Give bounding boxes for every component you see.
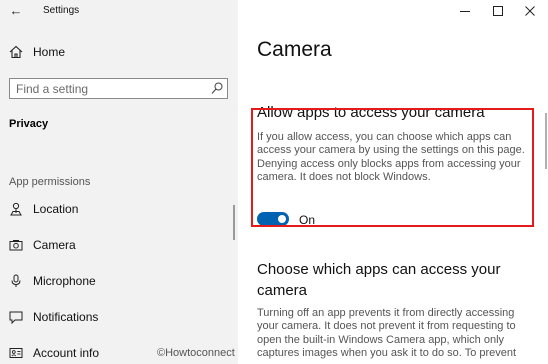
choose-apps-heading: Choose which apps can access your camera xyxy=(257,261,501,299)
search-input[interactable] xyxy=(16,81,196,96)
sidebar-item-notifications[interactable]: Notifications xyxy=(0,306,236,330)
home-label: Home xyxy=(33,45,66,59)
section-title-privacy: Privacy xyxy=(9,118,49,130)
sidebar-scrollbar[interactable] xyxy=(233,205,235,240)
content-scrollbar[interactable] xyxy=(545,113,547,169)
account-info-icon xyxy=(9,348,23,358)
search-icon[interactable] xyxy=(211,82,223,95)
sidebar-item-camera[interactable]: Camera xyxy=(0,234,236,258)
watermark: ©Howtoconnect xyxy=(157,347,235,359)
highlight-box xyxy=(251,108,534,227)
camera-icon xyxy=(9,240,23,251)
close-button[interactable] xyxy=(520,2,540,20)
microphone-icon xyxy=(11,274,21,287)
sidebar-item-microphone[interactable]: Microphone xyxy=(0,270,236,294)
sidebar-item-location[interactable]: Location xyxy=(0,198,236,222)
minimize-button[interactable] xyxy=(455,2,475,20)
notifications-icon xyxy=(9,311,23,324)
window-title: Settings xyxy=(43,5,80,16)
home-icon xyxy=(9,45,23,59)
main-content: Camera Allow apps to access your camera … xyxy=(238,0,548,364)
search-box[interactable] xyxy=(9,78,228,99)
choose-apps-description: Turning off an app prevents it from dire… xyxy=(257,307,517,360)
sidebar-item-label: Notifications xyxy=(33,310,99,324)
page-title: Camera xyxy=(257,38,332,61)
sidebar-item-label: Microphone xyxy=(33,274,96,288)
back-button[interactable]: ← xyxy=(8,2,24,20)
sidebar-item-label: Camera xyxy=(33,238,76,252)
sidebar: ← Settings Home Privacy App permissions … xyxy=(0,0,238,364)
sidebar-item-label: Account info xyxy=(33,346,100,360)
sidebar-item-label: Location xyxy=(33,202,79,216)
maximize-button[interactable] xyxy=(488,2,508,20)
location-icon xyxy=(10,202,22,216)
home-nav-item[interactable]: Home xyxy=(0,42,238,64)
group-label-app-permissions: App permissions xyxy=(9,176,91,188)
